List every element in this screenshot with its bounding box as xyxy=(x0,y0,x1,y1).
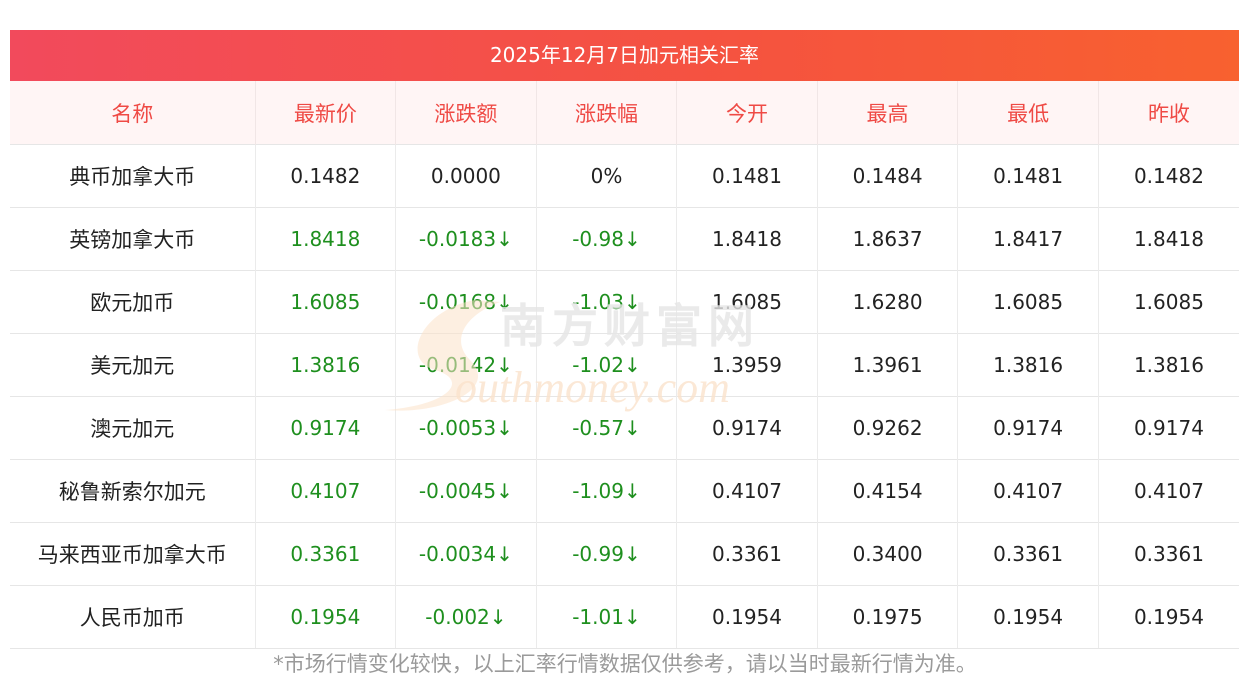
cell-latest: 0.1954 xyxy=(255,585,397,649)
cell-prev-close: 1.8418 xyxy=(1098,207,1239,271)
table-title: 2025年12月7日加元相关汇率 xyxy=(10,30,1239,81)
cell-name: 典币加拿大币 xyxy=(10,144,256,208)
cell-change: 0.0000 xyxy=(395,144,537,208)
cell-prev-close: 1.3816 xyxy=(1098,333,1239,397)
cell-latest: 0.3361 xyxy=(255,522,397,586)
disclaimer-footer: *市场行情变化较快，以上汇率行情数据仅供参考，请以当时最新行情为准。 xyxy=(273,652,977,676)
header-change-pct: 涨跌幅 xyxy=(536,81,678,145)
cell-prev-close: 1.6085 xyxy=(1098,270,1239,334)
cell-change: -0.0034↓ xyxy=(395,522,537,586)
cell-low: 0.1954 xyxy=(957,585,1099,649)
cell-latest: 1.6085 xyxy=(255,270,397,334)
header-high: 最高 xyxy=(817,81,959,145)
cell-prev-close: 0.3361 xyxy=(1098,522,1239,586)
cell-change-pct: -0.98↓ xyxy=(536,207,678,271)
cell-high: 1.6280 xyxy=(817,270,959,334)
cell-low: 0.4107 xyxy=(957,459,1099,523)
table-row[interactable]: 人民币加币 0.1954 -0.002↓ -1.01↓ 0.1954 0.197… xyxy=(10,585,1239,649)
cell-open: 0.4107 xyxy=(676,459,818,523)
cell-change: -0.0045↓ xyxy=(395,459,537,523)
cell-change: -0.0168↓ xyxy=(395,270,537,334)
table-row[interactable]: 英镑加拿大币 1.8418 -0.0183↓ -0.98↓ 1.8418 1.8… xyxy=(10,207,1239,271)
cell-high: 0.9262 xyxy=(817,396,959,460)
cell-open: 0.1954 xyxy=(676,585,818,649)
cell-change: -0.0053↓ xyxy=(395,396,537,460)
cell-change: -0.0142↓ xyxy=(395,333,537,397)
table-row[interactable]: 澳元加元 0.9174 -0.0053↓ -0.57↓ 0.9174 0.926… xyxy=(10,396,1239,460)
cell-open: 0.9174 xyxy=(676,396,818,460)
header-name: 名称 xyxy=(10,81,256,145)
exchange-rate-table: 名称 最新价 涨跌额 涨跌幅 今开 最高 最低 昨收 典币加拿大币 0.1482… xyxy=(10,81,1239,649)
cell-name: 马来西亚币加拿大币 xyxy=(10,522,256,586)
cell-change-pct: -1.03↓ xyxy=(536,270,678,334)
cell-latest: 1.8418 xyxy=(255,207,397,271)
cell-high: 0.4154 xyxy=(817,459,959,523)
table-header-row: 名称 最新价 涨跌额 涨跌幅 今开 最高 最低 昨收 xyxy=(10,81,1239,145)
cell-low: 1.6085 xyxy=(957,270,1099,334)
cell-low: 0.1481 xyxy=(957,144,1099,208)
cell-high: 0.3400 xyxy=(817,522,959,586)
table-row[interactable]: 美元加元 1.3816 -0.0142↓ -1.02↓ 1.3959 1.396… xyxy=(10,333,1239,397)
table-row[interactable]: 欧元加币 1.6085 -0.0168↓ -1.03↓ 1.6085 1.628… xyxy=(10,270,1239,334)
cell-latest: 0.4107 xyxy=(255,459,397,523)
table-row[interactable]: 马来西亚币加拿大币 0.3361 -0.0034↓ -0.99↓ 0.3361 … xyxy=(10,522,1239,586)
header-latest: 最新价 xyxy=(255,81,397,145)
cell-prev-close: 0.9174 xyxy=(1098,396,1239,460)
cell-low: 1.3816 xyxy=(957,333,1099,397)
cell-change-pct: -0.99↓ xyxy=(536,522,678,586)
cell-name: 美元加元 xyxy=(10,333,256,397)
header-prev-close: 昨收 xyxy=(1098,81,1239,145)
cell-low: 0.3361 xyxy=(957,522,1099,586)
cell-prev-close: 0.1482 xyxy=(1098,144,1239,208)
cell-name: 英镑加拿大币 xyxy=(10,207,256,271)
rate-table-panel: 2025年12月7日加元相关汇率 名称 最新价 涨跌额 涨跌幅 今开 最高 最低… xyxy=(10,30,1239,649)
cell-name: 秘鲁新索尔加元 xyxy=(10,459,256,523)
cell-high: 0.1975 xyxy=(817,585,959,649)
cell-open: 1.3959 xyxy=(676,333,818,397)
cell-prev-close: 0.1954 xyxy=(1098,585,1239,649)
cell-name: 澳元加元 xyxy=(10,396,256,460)
cell-latest: 0.9174 xyxy=(255,396,397,460)
cell-prev-close: 0.4107 xyxy=(1098,459,1239,523)
cell-high: 1.3961 xyxy=(817,333,959,397)
header-low: 最低 xyxy=(957,81,1099,145)
cell-change-pct: -1.02↓ xyxy=(536,333,678,397)
table-row[interactable]: 秘鲁新索尔加元 0.4107 -0.0045↓ -1.09↓ 0.4107 0.… xyxy=(10,459,1239,523)
cell-change: -0.0183↓ xyxy=(395,207,537,271)
cell-open: 1.8418 xyxy=(676,207,818,271)
cell-change-pct: -1.01↓ xyxy=(536,585,678,649)
cell-change-pct: -0.57↓ xyxy=(536,396,678,460)
header-change: 涨跌额 xyxy=(395,81,537,145)
cell-change-pct: -1.09↓ xyxy=(536,459,678,523)
cell-name: 人民币加币 xyxy=(10,585,256,649)
cell-latest: 1.3816 xyxy=(255,333,397,397)
cell-open: 1.6085 xyxy=(676,270,818,334)
header-open: 今开 xyxy=(676,81,818,145)
cell-open: 0.1481 xyxy=(676,144,818,208)
cell-high: 1.8637 xyxy=(817,207,959,271)
cell-low: 1.8417 xyxy=(957,207,1099,271)
cell-change-pct: 0% xyxy=(536,144,678,208)
table-row[interactable]: 典币加拿大币 0.1482 0.0000 0% 0.1481 0.1484 0.… xyxy=(10,144,1239,208)
cell-high: 0.1484 xyxy=(817,144,959,208)
cell-latest: 0.1482 xyxy=(255,144,397,208)
cell-name: 欧元加币 xyxy=(10,270,256,334)
cell-low: 0.9174 xyxy=(957,396,1099,460)
cell-open: 0.3361 xyxy=(676,522,818,586)
cell-change: -0.002↓ xyxy=(395,585,537,649)
